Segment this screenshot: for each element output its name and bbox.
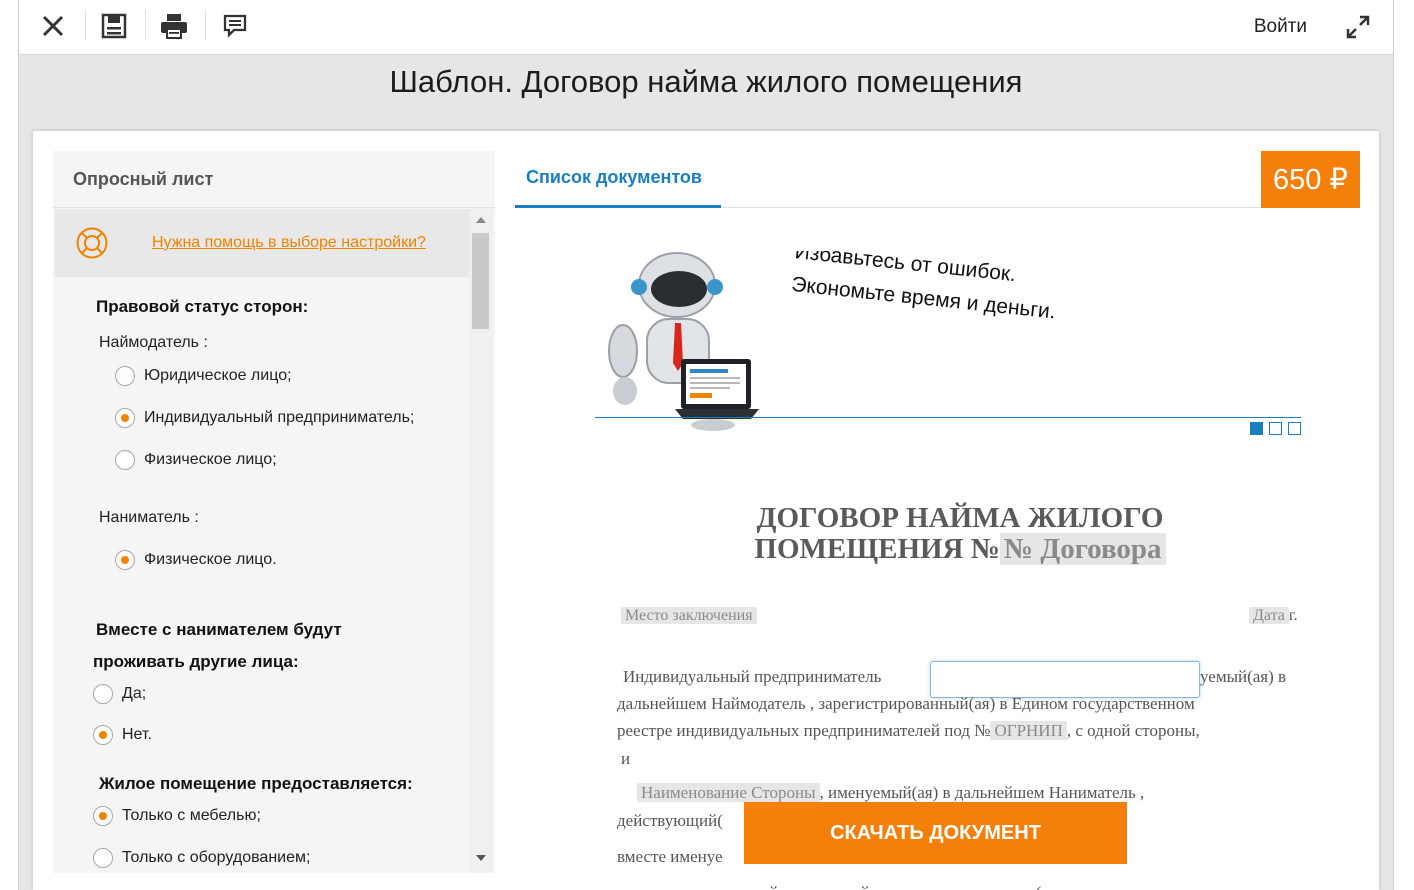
radio-button-selected[interactable] xyxy=(115,408,135,428)
doc-paragraph-3-line-1: вместе именуе xyxy=(617,847,723,866)
toolbar-divider xyxy=(85,10,86,40)
help-link[interactable]: Нужна помощь в выборе настройки? xyxy=(152,234,426,252)
banner-divider xyxy=(595,417,1301,418)
date-placeholder[interactable]: Дата xyxy=(1249,607,1289,624)
doc-paragraph-1-line-2: дальнейшем Наймодатель , зарегистрирован… xyxy=(617,694,1195,713)
app-frame: Войти Шаблон. Договор найма жилого помещ… xyxy=(18,0,1394,890)
option-landlord-entrepreneur[interactable]: Индивидуальный предприниматель; xyxy=(115,408,414,428)
login-link[interactable]: Войти xyxy=(1254,16,1307,38)
option-landlord-legal-entity[interactable]: Юридическое лицо; xyxy=(115,366,292,386)
option-cohabitants-yes[interactable]: Да; xyxy=(93,684,146,704)
option-premises-equipment[interactable]: Только с оборудованием; xyxy=(93,848,310,868)
comment-icon xyxy=(223,14,247,38)
date-line: Дата г. xyxy=(1249,602,1298,629)
help-banner: Нужна помощь в выборе настройки? xyxy=(55,209,469,277)
ogrnip-placeholder[interactable]: ОГРНИП xyxy=(990,721,1067,740)
save-button[interactable] xyxy=(94,8,134,44)
banner-pagination xyxy=(1250,422,1301,435)
doc-text: реестре индивидуальных предпринимателей … xyxy=(617,721,991,740)
save-icon xyxy=(101,13,127,39)
document-title: ДОГОВОР НАЙМА ЖИЛОГО ПОМЕЩЕНИЯ № № Догово… xyxy=(617,503,1303,565)
option-label: Физическое лицо. xyxy=(144,551,277,568)
sidebar-scrollbar[interactable] xyxy=(469,209,493,873)
doc-paragraph-1-line-1a: Индивидуальный предприниматель xyxy=(623,667,882,686)
price-badge: 650 ₽ xyxy=(1261,151,1360,208)
option-premises-furniture[interactable]: Только с мебелью; xyxy=(93,806,261,826)
radio-button-selected[interactable] xyxy=(93,806,113,826)
radio-button[interactable] xyxy=(115,366,135,386)
close-icon xyxy=(42,15,64,37)
tab-document-list[interactable]: Список документов xyxy=(515,151,721,208)
questionnaire-heading: Опросный лист xyxy=(53,151,495,208)
document-title-prefix: ПОМЕЩЕНИЯ № xyxy=(754,533,1000,565)
main-panel: Опросный лист Нужна помощь в выборе наст… xyxy=(33,131,1379,890)
option-cohabitants-no[interactable]: Нет. xyxy=(93,725,152,745)
doc-paragraph-4-line-1: заключили настоящий договор найма жилого… xyxy=(617,879,1153,890)
question-title-cohabitants-line2: проживать другие лица: xyxy=(93,652,299,671)
radio-button-selected[interactable] xyxy=(115,550,135,570)
doc-paragraph-1-line-3: реестре индивидуальных предпринимателей … xyxy=(617,717,1200,744)
doc-text: , с одной стороны, xyxy=(1066,721,1200,740)
group-label-tenant: Наниматель : xyxy=(99,509,199,526)
toolbar: Войти xyxy=(19,0,1393,55)
doc-paragraph-1-line-1b: уемый(ая) в xyxy=(1200,667,1287,686)
slide-dot-2[interactable] xyxy=(1269,422,1282,435)
question-title-legal-status: Правовой статус сторон: xyxy=(96,297,309,316)
questionnaire-form: Правовой статус сторон: Наймодатель : Юр… xyxy=(73,277,469,873)
option-label: Юридическое лицо; xyxy=(144,367,292,384)
expand-icon xyxy=(1346,15,1370,39)
print-button[interactable] xyxy=(154,8,194,44)
toolbar-divider xyxy=(145,10,146,40)
close-button[interactable] xyxy=(33,8,73,44)
radio-button[interactable] xyxy=(115,450,135,470)
banner-slogan: Избавьтесь от ошибок. Экономьте время и … xyxy=(790,251,1253,349)
expand-button[interactable] xyxy=(1341,10,1375,44)
print-icon xyxy=(161,14,187,39)
option-label: Физическое лицо; xyxy=(144,451,277,468)
option-tenant-individual[interactable]: Физическое лицо. xyxy=(115,550,277,570)
scroll-up-arrow-icon[interactable] xyxy=(476,217,486,223)
document-tabs: Список документов 650 ₽ xyxy=(515,151,1360,208)
place-line: Место заключения xyxy=(621,602,757,629)
page-title: Шаблон. Договор найма жилого помещения xyxy=(389,64,1023,99)
scrollbar-thumb[interactable] xyxy=(472,233,489,329)
promo-banner: Избавьтесь от ошибок. Экономьте время и … xyxy=(595,251,1303,441)
robot-illustration xyxy=(608,252,759,431)
party-name-placeholder[interactable]: Наименование Стороны xyxy=(637,783,820,802)
radio-button-selected[interactable] xyxy=(93,725,113,745)
download-document-button[interactable]: СКАЧАТЬ ДОКУМЕНТ xyxy=(744,802,1127,864)
questionnaire-sidebar: Опросный лист Нужна помощь в выборе наст… xyxy=(53,151,495,873)
slide-dot-1[interactable] xyxy=(1250,422,1263,435)
toolbar-divider xyxy=(205,10,206,40)
doc-paragraph-2-line-2: действующий( xyxy=(617,811,723,830)
radio-button[interactable] xyxy=(93,684,113,704)
option-label: Только с мебелью; xyxy=(122,807,261,824)
date-suffix: г. xyxy=(1288,607,1298,624)
doc-text: , именуемый(ая) в дальнейшем Наниматель … xyxy=(819,783,1145,802)
option-landlord-individual[interactable]: Физическое лицо; xyxy=(115,450,277,470)
option-label: Только с оборудованием; xyxy=(122,849,311,866)
comment-button[interactable] xyxy=(215,8,255,44)
doc-paragraph-1-line-4: и xyxy=(621,749,631,768)
question-title-premises: Жилое помещение предоставляется: xyxy=(99,774,413,793)
option-label: Да; xyxy=(122,685,147,702)
document-title-line-2: ПОМЕЩЕНИЯ № № Договора xyxy=(617,533,1303,565)
radio-button[interactable] xyxy=(93,848,113,868)
question-title-cohabitants: Вместе с нанимателем будут xyxy=(96,620,342,639)
slide-dot-3[interactable] xyxy=(1288,422,1301,435)
lifebuoy-icon xyxy=(76,227,108,259)
scroll-down-arrow-icon[interactable] xyxy=(476,855,486,861)
option-label: Индивидуальный предприниматель; xyxy=(144,409,415,426)
group-label-landlord: Наймодатель : xyxy=(99,334,208,351)
option-label: Нет. xyxy=(122,726,152,743)
document-title-line-1: ДОГОВОР НАЙМА ЖИЛОГО xyxy=(756,502,1164,534)
contract-number-placeholder[interactable]: № Договора xyxy=(999,533,1166,565)
place-placeholder[interactable]: Место заключения xyxy=(621,607,757,624)
